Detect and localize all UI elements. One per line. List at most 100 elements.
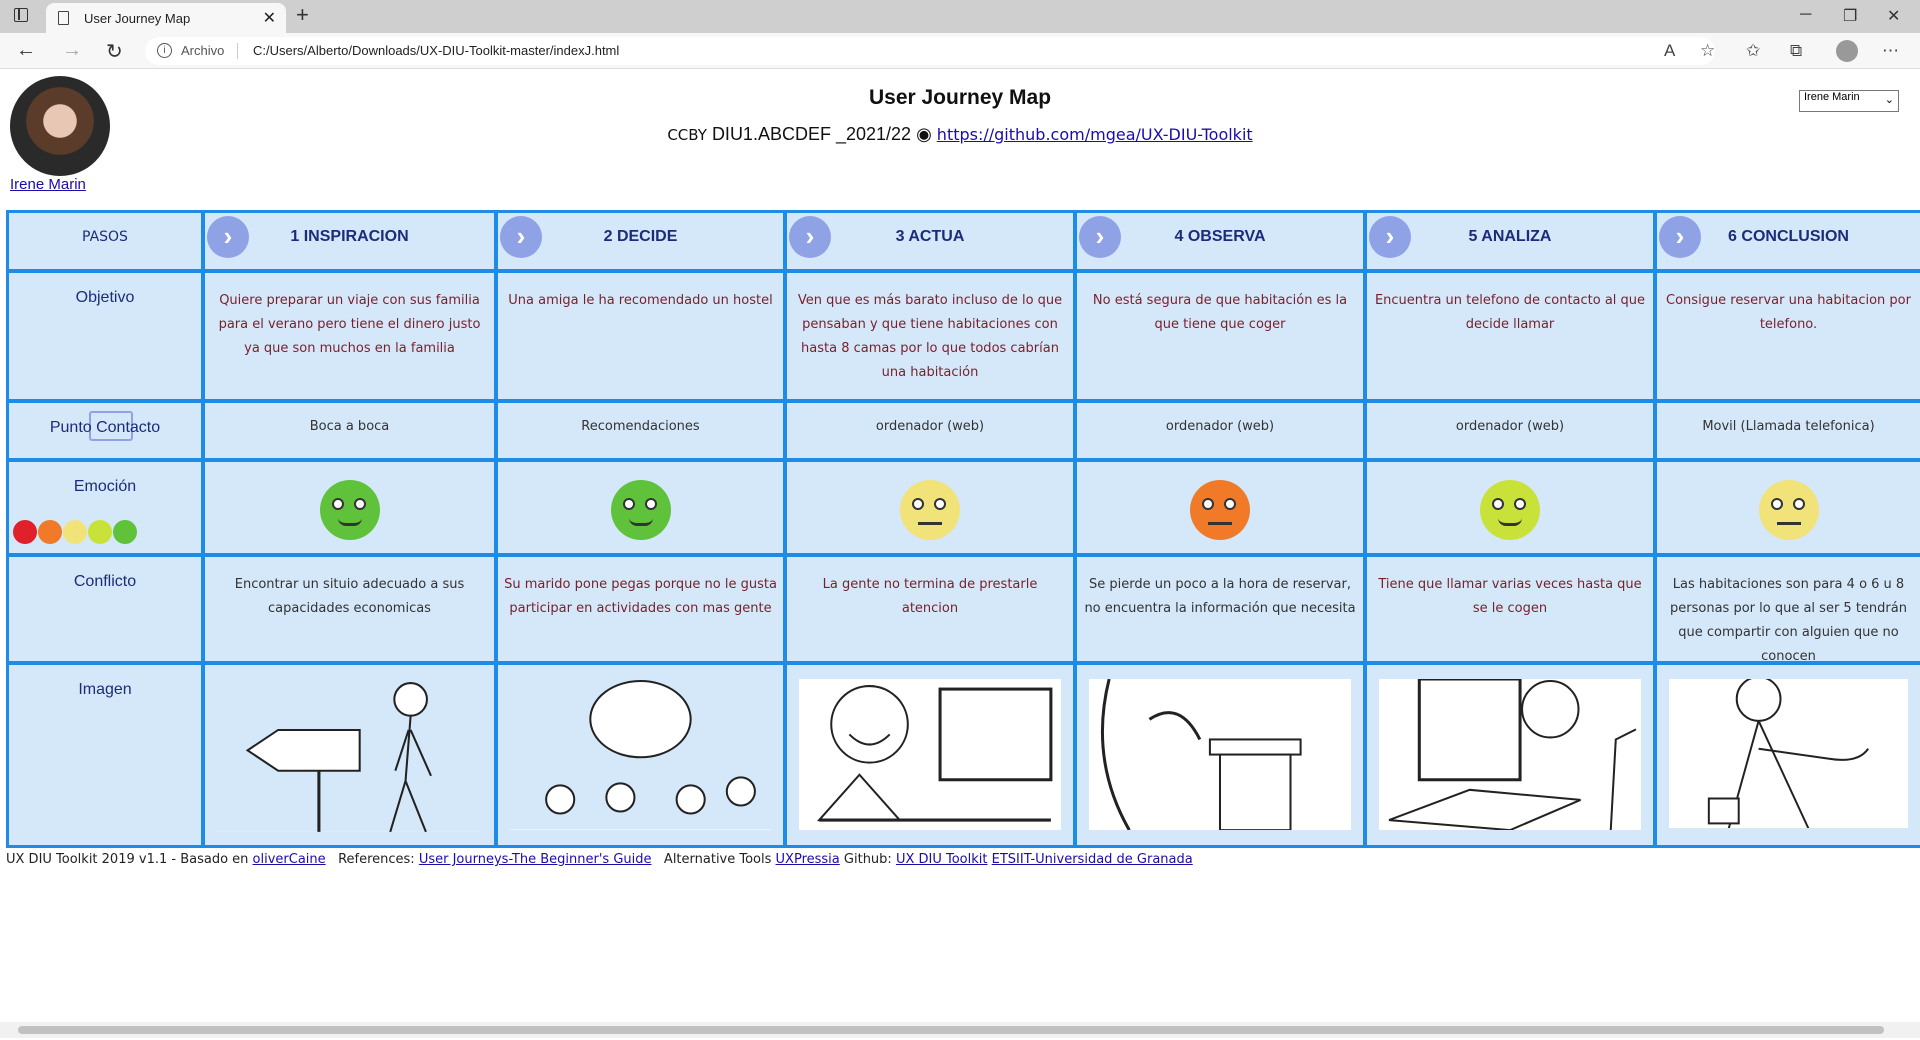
- footer-text: UX DIU Toolkit 2019 v1.1 - Basado en: [6, 852, 249, 867]
- profile-icon[interactable]: [1836, 40, 1858, 62]
- emocion-cell: [495, 459, 786, 556]
- objetivo-cell: Quiere preparar un viaje con sus familia…: [202, 270, 497, 402]
- browser-tab[interactable]: User Journey Map ✕: [46, 3, 286, 33]
- chevron-right-icon: ›: [789, 216, 831, 258]
- neutral-face-icon: [1758, 480, 1819, 540]
- objetivo-cell: Encuentra un telefono de contacto al que…: [1364, 270, 1656, 402]
- chevron-down-icon: ⌄: [1884, 94, 1894, 106]
- info-icon[interactable]: i: [157, 43, 172, 58]
- repo-link[interactable]: https://github.com/mgea/UX-DIU-Toolkit: [937, 125, 1253, 144]
- conflicto-cell: Su marido pone pegas porque no le gusta …: [495, 554, 786, 664]
- horizontal-scrollbar[interactable]: [0, 1022, 1920, 1038]
- phone-call-sketch-image: [1669, 679, 1908, 829]
- upset-face-icon: [38, 520, 62, 544]
- contacto-cell: ordenador (web): [1364, 400, 1656, 461]
- footer-link-toolkit[interactable]: UX DIU Toolkit: [896, 852, 988, 867]
- contacto-cell: Boca a boca: [202, 400, 497, 461]
- back-icon[interactable]: ←: [16, 39, 36, 62]
- objetivo-cell: Consigue reservar una habitacion por tel…: [1654, 270, 1920, 402]
- emocion-label-cell: Emoción: [6, 459, 204, 556]
- chevron-right-icon: ›: [1369, 216, 1411, 258]
- course: DIU1.ABCDEF _2021/22: [711, 124, 912, 144]
- minimize-icon[interactable]: ─: [1800, 6, 1811, 24]
- contacto-row: Punto Contacto Boca a boca Recomendacion…: [6, 400, 1920, 461]
- url-text[interactable]: C:/Users/Alberto/Downloads/UX-DIU-Toolki…: [253, 43, 619, 58]
- conflicto-cell: La gente no termina de prestarle atencio…: [784, 554, 1076, 664]
- imagen-cell: [1074, 662, 1366, 848]
- step-label: 5 ANALIZA: [1468, 228, 1552, 245]
- content-face-icon: [1480, 480, 1540, 540]
- imagen-row: Imagen: [6, 662, 1920, 848]
- neutral-face-icon: [63, 520, 87, 544]
- row-label: Punto Contacto: [49, 419, 161, 436]
- address-label: Archivo: [181, 43, 225, 58]
- page-icon: [58, 11, 69, 25]
- footer-link-uxpressia[interactable]: UXPressia: [776, 852, 840, 867]
- step-label: 3 ACTUA: [895, 228, 965, 245]
- row-label: Objetivo: [6, 270, 204, 402]
- footer-text: Github:: [843, 852, 892, 867]
- imagen-cell: [1364, 662, 1656, 848]
- emocion-cell: [1654, 459, 1920, 556]
- analyzing-user-sketch-image: [1379, 679, 1641, 831]
- neutral-face-icon: [900, 480, 960, 540]
- contacto-cell: Recomendaciones: [495, 400, 786, 461]
- reload-icon[interactable]: ↻: [106, 39, 123, 64]
- scrollbar-thumb[interactable]: [18, 1026, 1884, 1034]
- tab-actions-icon[interactable]: [14, 8, 28, 22]
- more-icon[interactable]: ⋯: [1882, 41, 1899, 61]
- steps-label-cell: PASOS: [6, 210, 204, 272]
- happy-face-icon: [319, 480, 380, 540]
- upset-face-icon: [1190, 480, 1250, 540]
- emocion-cell: [1074, 459, 1366, 556]
- close-tab-icon[interactable]: ✕: [263, 8, 276, 28]
- new-tab-icon[interactable]: +: [296, 2, 309, 28]
- collections-icon[interactable]: ⧉: [1790, 41, 1802, 61]
- read-aloud-icon[interactable]: A: [1664, 41, 1675, 61]
- objetivo-cell: Una amiga le ha recomendado un hostel: [495, 270, 786, 402]
- step-4: › 4 OBSERVA: [1074, 210, 1366, 272]
- chevron-right-icon: ›: [500, 216, 542, 258]
- restore-icon[interactable]: ❐: [1843, 6, 1857, 26]
- emocion-cell: [202, 459, 497, 556]
- persona-name-link[interactable]: Irene Marin: [10, 176, 86, 193]
- contacto-cell: ordenador (web): [784, 400, 1076, 461]
- footer-link-etsiit[interactable]: ETSIIT-Universidad de Granada: [992, 852, 1193, 867]
- happy-face-icon: [113, 520, 137, 544]
- footer-text: Alternative Tools: [663, 852, 772, 867]
- url-field[interactable]: i Archivo C:/Users/Alberto/Downloads/UX-…: [145, 37, 1715, 65]
- row-label: Conflicto: [6, 554, 204, 664]
- conflicto-cell: Las habitaciones son para 4 o 6 u 8 pers…: [1654, 554, 1920, 664]
- step-label: 6 CONCLUSION: [1728, 228, 1849, 245]
- signpost-sketch-image: [217, 679, 482, 832]
- conflicto-row: Conflicto Encontrar un situio adecuado a…: [6, 554, 1920, 664]
- step-label: 1 INSPIRACION: [290, 228, 409, 245]
- favorites-icon[interactable]: ✩: [1746, 41, 1760, 61]
- footer-link-user-journeys[interactable]: User Journeys-The Beginner's Guide: [419, 852, 652, 867]
- close-window-icon[interactable]: ✕: [1887, 6, 1900, 26]
- thinking-family-sketch-image: [510, 679, 771, 830]
- favorite-icon[interactable]: ☆: [1700, 41, 1715, 61]
- row-label: Imagen: [6, 662, 204, 848]
- step-1: › 1 INSPIRACION: [202, 210, 497, 272]
- objetivo-cell: No está segura de que habitación es la q…: [1074, 270, 1366, 402]
- step-2: › 2 DECIDE: [495, 210, 786, 272]
- tab-title: User Journey Map: [84, 11, 191, 26]
- imagen-cell: [202, 662, 497, 848]
- emocion-row: Emoción: [6, 459, 1920, 556]
- footer-link-olivercaine[interactable]: oliverCaine: [253, 852, 326, 867]
- imagen-cell: [1654, 662, 1920, 848]
- footer-text: References:: [338, 852, 415, 867]
- persona-select[interactable]: Irene Marin ⌄: [1799, 90, 1899, 112]
- chevron-right-icon: ›: [207, 216, 249, 258]
- row-label: Emoción: [73, 478, 137, 495]
- chevron-right-icon: ›: [1659, 216, 1701, 258]
- emotion-scale: [13, 520, 138, 549]
- angry-face-icon: [13, 520, 37, 544]
- happy-face-icon: [610, 480, 671, 540]
- contacto-cell: ordenador (web): [1074, 400, 1366, 461]
- emocion-cell: [1364, 459, 1656, 556]
- forward-icon[interactable]: →: [62, 39, 82, 62]
- content-face-icon: [88, 520, 112, 544]
- imagen-cell: [784, 662, 1076, 848]
